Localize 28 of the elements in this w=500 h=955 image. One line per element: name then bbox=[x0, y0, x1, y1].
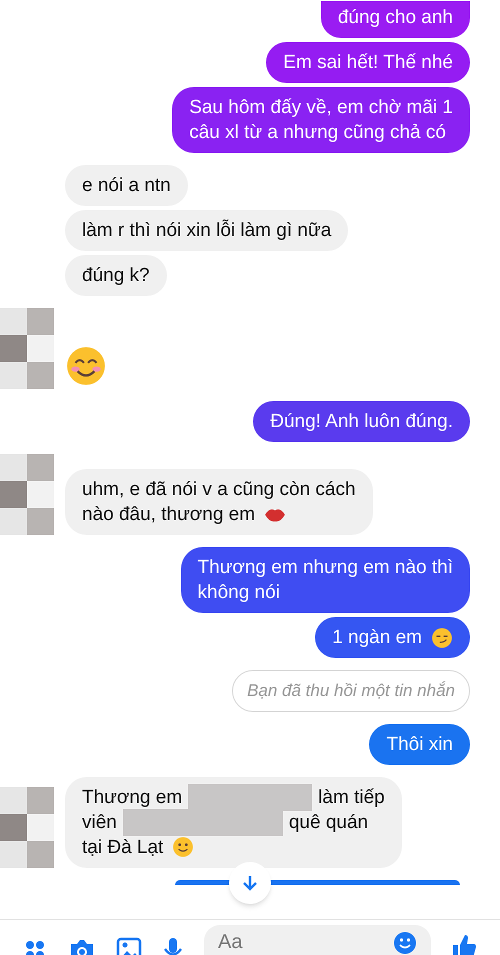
message-text: câu xl từ a nhưng cũng chả có bbox=[189, 121, 446, 145]
message-text: viên bbox=[82, 810, 117, 834]
message-text: e nói a ntn bbox=[82, 174, 171, 198]
thumbs-up-icon[interactable] bbox=[451, 933, 477, 955]
smiling-face-icon bbox=[65, 345, 107, 387]
message-text: Thương em bbox=[82, 786, 182, 810]
message-text: quê quán bbox=[288, 810, 368, 834]
scroll-down-button[interactable] bbox=[229, 862, 271, 904]
emoji-icon[interactable] bbox=[393, 931, 417, 955]
message-text: Thương em nhưng em nào thì bbox=[198, 556, 453, 580]
message-text: Thôi xin bbox=[386, 732, 453, 756]
message-input-field[interactable]: Aa bbox=[204, 925, 431, 955]
message-text: Sau hôm đấy về, em chờ mãi 1 bbox=[189, 96, 453, 120]
recalled-message: Bạn đã thu hồi một tin nhắn bbox=[232, 670, 470, 712]
message-text: Em sai hết! Thế nhé bbox=[283, 51, 453, 75]
message-text: không nói bbox=[198, 581, 280, 605]
message-text: làm tiếp bbox=[318, 786, 385, 810]
smirking-face-icon bbox=[431, 626, 453, 648]
down-arrow-icon bbox=[241, 874, 259, 892]
message-text: 1 ngàn em bbox=[332, 626, 422, 650]
message-text: làm r thì nói xin lỗi làm gì nữa bbox=[82, 218, 332, 243]
smiling-face-icon bbox=[172, 836, 194, 858]
message-text: uhm, e đã nói v a cũng còn cách bbox=[82, 478, 356, 502]
message-text: nào đâu, thương em bbox=[82, 503, 256, 527]
message-text: đúng k? bbox=[82, 264, 150, 288]
message-text: đúng cho anh bbox=[338, 6, 453, 30]
message-text: Đúng! Anh luôn đúng. bbox=[270, 410, 453, 434]
message-text: tại Đà Lạt bbox=[82, 836, 164, 860]
